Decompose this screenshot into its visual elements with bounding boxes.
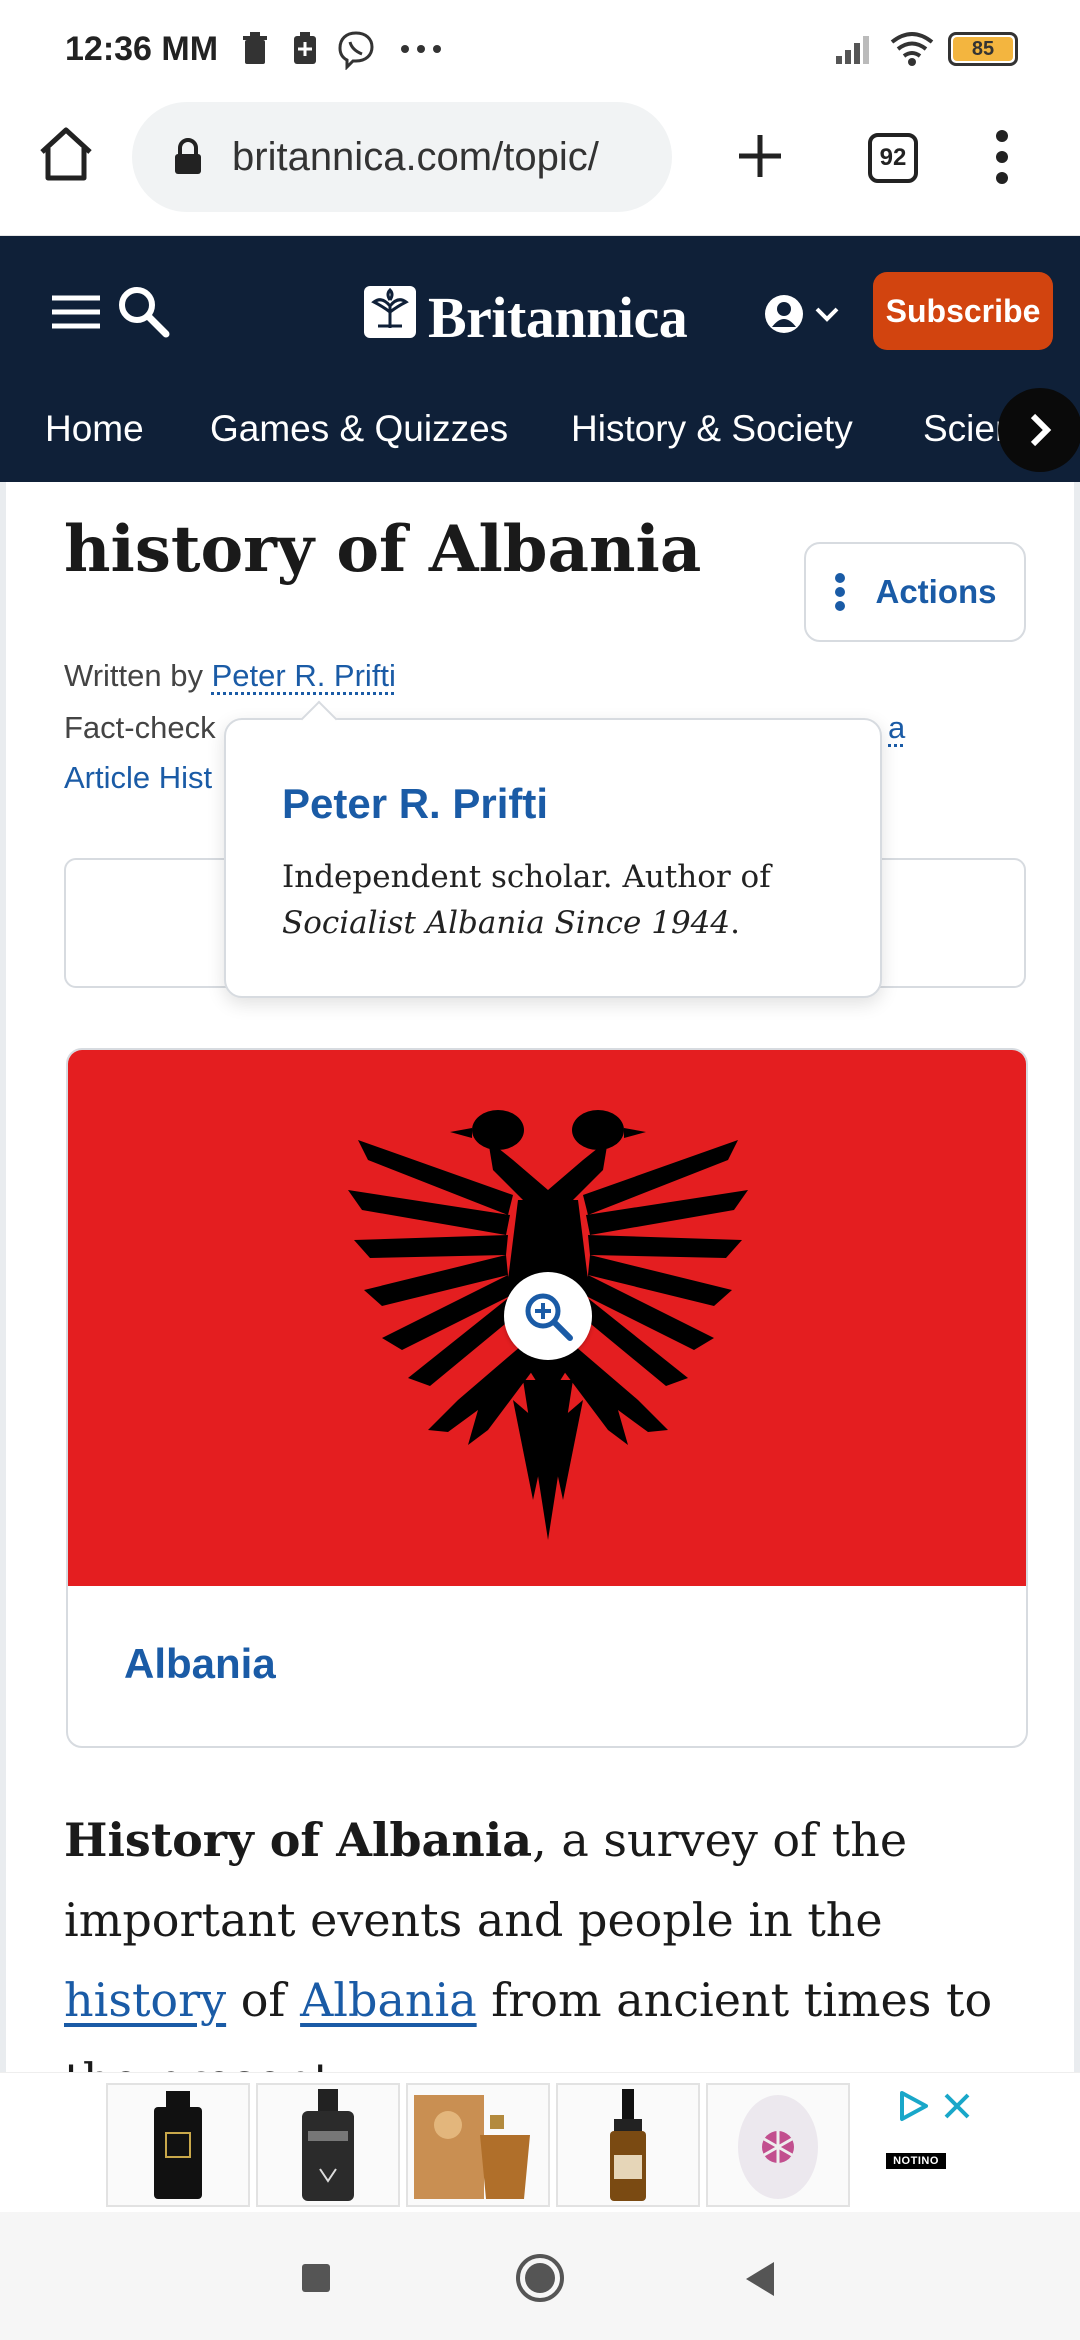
chevron-down-icon[interactable] — [814, 306, 840, 324]
barberism-cologne-icon — [258, 2085, 398, 2205]
nav-history-society[interactable]: History & Society — [571, 408, 853, 450]
chevron-right-icon — [1025, 410, 1055, 450]
intro-paragraph: History of Albania, a survey of the impo… — [64, 1800, 1044, 2072]
bio-book-title: Socialist Albania Since 1944 — [282, 905, 730, 941]
albania-flag-image[interactable] — [68, 1050, 1028, 1586]
author-popover: Peter R. Prifti Independent scholar. Aut… — [224, 718, 882, 998]
browser-menu-icon[interactable] — [992, 128, 1012, 186]
fact-checked-label: Fact-check — [64, 710, 216, 745]
nav-games-quizzes[interactable]: Games & Quizzes — [210, 408, 508, 450]
pink-perfume-icon — [708, 2085, 848, 2205]
status-bar: 12:36 MM 85 — [0, 0, 1080, 96]
zoom-image-button[interactable] — [504, 1272, 592, 1360]
site-header: Britannica Subscribe Home Games & Quizze… — [0, 236, 1080, 482]
signal-icon — [834, 30, 876, 66]
bio-suffix: . — [730, 905, 740, 941]
adchoices-icon[interactable] — [896, 2089, 930, 2123]
article-history-link[interactable]: Article Hist — [64, 760, 212, 796]
battery-icon: 85 — [948, 32, 1018, 66]
albania-link[interactable]: Albania — [300, 1973, 477, 2027]
ad-product-5[interactable] — [706, 2083, 850, 2207]
home-nav-icon[interactable] — [514, 2252, 566, 2304]
article-content: history of Albania Actions Written by Pe… — [0, 482, 1080, 2072]
subscribe-button[interactable]: Subscribe — [873, 272, 1053, 350]
intro-lead: History of Albania — [64, 1813, 532, 1867]
nav-scroll-right-button[interactable] — [998, 388, 1080, 472]
home-icon[interactable] — [36, 126, 96, 182]
popover-author-name[interactable]: Peter R. Prifti — [282, 780, 548, 828]
actions-label: Actions — [875, 573, 996, 611]
category-nav: Home Games & Quizzes History & Society S… — [0, 396, 1080, 476]
battery-level: 85 — [953, 37, 1013, 61]
wifi-icon — [888, 30, 936, 68]
battery-saver-icon — [290, 30, 320, 66]
hamburger-menu-icon[interactable] — [50, 292, 102, 332]
ad-banner[interactable]: NOTINO — [0, 2072, 1080, 2212]
media-caption-link[interactable]: Albania — [124, 1640, 276, 1688]
address-bar[interactable]: britannica.com/topic/ — [132, 102, 672, 212]
perfume-black-bottle-icon — [108, 2085, 248, 2205]
byline: Written by Peter R. Prifti — [64, 658, 396, 694]
kebab-icon — [833, 572, 847, 612]
popover-caret — [301, 701, 338, 738]
page-title: history of Albania — [64, 512, 701, 587]
bio-prefix: Independent scholar. Author of — [282, 859, 771, 895]
ad-product-2[interactable] — [256, 2083, 400, 2207]
fact-checked-line: Fact-check — [64, 710, 216, 746]
nav-home[interactable]: Home — [45, 408, 144, 450]
media-card[interactable]: Albania — [66, 1048, 1028, 1748]
viber-icon — [336, 30, 376, 70]
search-icon[interactable] — [116, 284, 170, 338]
clock: 12:36 MM — [65, 30, 218, 69]
gift-box-set-icon — [408, 2085, 548, 2205]
browser-toolbar: britannica.com/topic/ 92 — [0, 96, 1080, 236]
lock-icon[interactable] — [172, 138, 204, 176]
system-nav-bar — [0, 2212, 1080, 2340]
trash-icon — [240, 30, 270, 66]
author-link[interactable]: Peter R. Prifti — [212, 658, 396, 693]
close-ad-icon[interactable] — [942, 2091, 972, 2121]
britannica-wordmark[interactable]: Britannica — [428, 284, 687, 351]
britannica-logo-icon[interactable] — [364, 286, 416, 338]
ad-brand-logo[interactable]: NOTINO — [886, 2153, 946, 2169]
new-tab-icon[interactable] — [735, 131, 785, 181]
url-text[interactable]: britannica.com/topic/ — [232, 135, 657, 180]
history-link[interactable]: history — [64, 1973, 226, 2027]
ad-product-4[interactable] — [556, 2083, 700, 2207]
more-notifications-icon — [400, 44, 444, 54]
fact-checker-link-tail[interactable]: a — [888, 710, 905, 746]
serum-dropper-icon — [558, 2085, 698, 2205]
recents-icon[interactable] — [300, 2262, 332, 2294]
zoom-in-icon — [522, 1290, 574, 1342]
written-by-label: Written by — [64, 658, 203, 693]
account-icon[interactable] — [764, 294, 804, 334]
actions-button[interactable]: Actions — [804, 542, 1026, 642]
popover-author-bio: Independent scholar. Author of Socialist… — [282, 854, 842, 946]
intro-text-2: of — [226, 1973, 300, 2027]
ad-product-1[interactable] — [106, 2083, 250, 2207]
ad-product-3[interactable] — [406, 2083, 550, 2207]
tab-switcher-button[interactable]: 92 — [868, 133, 918, 183]
back-icon[interactable] — [742, 2260, 778, 2298]
